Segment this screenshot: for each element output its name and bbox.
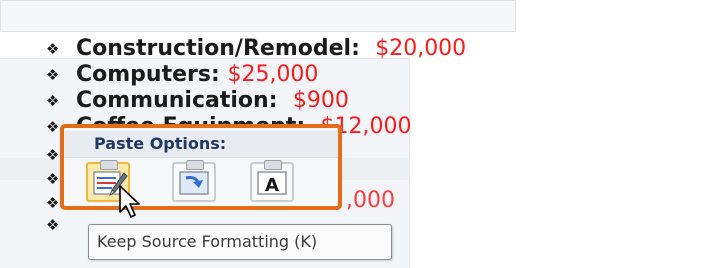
bullet-icon: ❖ xyxy=(46,216,60,234)
slide-canvas: ❖ Construction/Remodel: $20,000 ❖ Computer… xyxy=(0,0,718,268)
merge-formatting-icon xyxy=(179,171,209,195)
item-label: Construction/Remodel: xyxy=(76,36,360,61)
item-label: Computers: xyxy=(76,62,220,87)
item-label: Communication: xyxy=(76,88,278,113)
tooltip: Keep Source Formatting (K) xyxy=(88,224,392,260)
paste-options-title: Paste Options: xyxy=(94,134,227,153)
item-value: $20,000 xyxy=(375,36,467,61)
mouse-cursor-icon xyxy=(119,185,140,218)
list-item: ❖ xyxy=(46,210,76,240)
text-only-glyph: A xyxy=(265,175,279,196)
partial-value-text: ,000 xyxy=(346,188,395,213)
keep-text-only-button[interactable]: A xyxy=(250,160,294,202)
keep-text-only-icon: A xyxy=(257,171,287,196)
merge-formatting-button[interactable] xyxy=(172,160,216,202)
toolbar-strip xyxy=(0,0,516,32)
item-value: $900 xyxy=(292,88,349,113)
item-value: $25,000 xyxy=(227,62,319,87)
paste-options-panel: Paste Options: A xyxy=(60,124,342,210)
